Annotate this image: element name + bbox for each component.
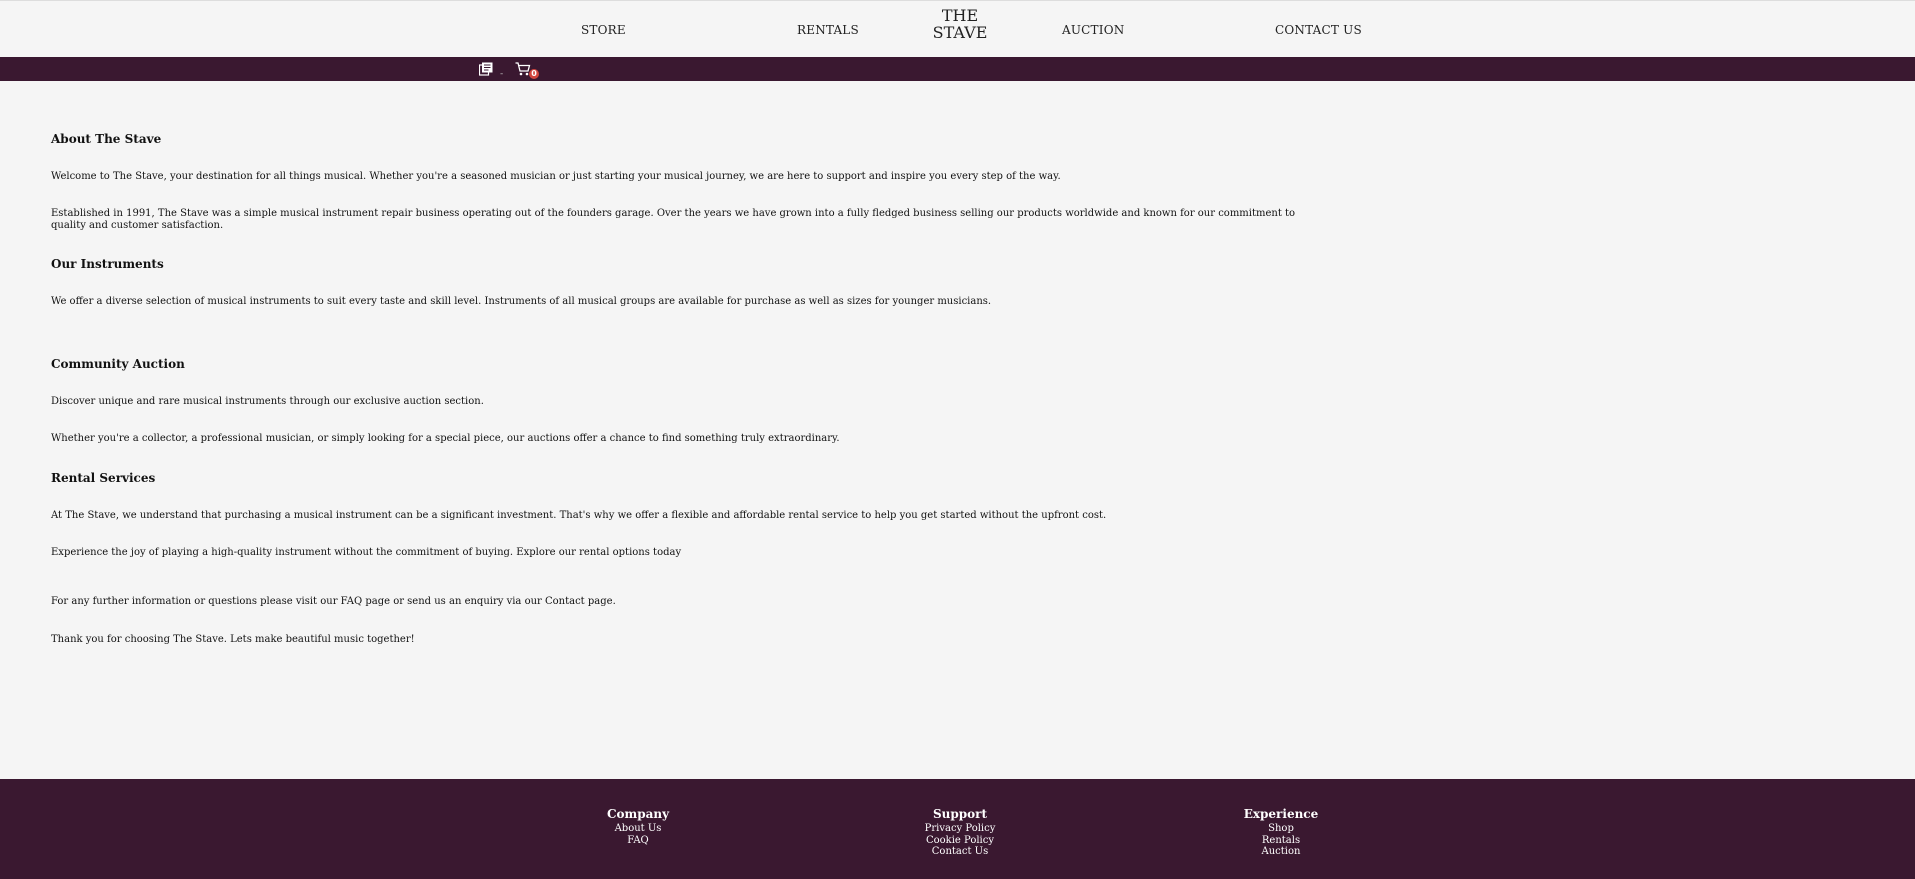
logo-line-1: THE <box>941 6 979 25</box>
instruments-paragraph-1: We offer a diverse selection of musical … <box>51 296 992 307</box>
site-logo[interactable]: THE STAVE <box>930 7 990 41</box>
auction-paragraph-2: Whether you're a collector, a profession… <box>51 433 840 444</box>
auction-paragraph-1: Discover unique and rare musical instrum… <box>51 396 484 407</box>
footer-link-about-us[interactable]: About Us <box>568 823 708 835</box>
footer-link-contact-us[interactable]: Contact Us <box>890 846 1030 858</box>
footer-link-cookie-policy[interactable]: Cookie Policy <box>890 835 1030 847</box>
library-suffix: - <box>500 69 504 79</box>
footer-experience-column: Experience Shop Rentals Auction <box>1211 807 1351 858</box>
footer-experience-title: Experience <box>1243 807 1319 821</box>
nav-rentals-link[interactable]: RENTALS <box>797 23 859 37</box>
nav-store-link[interactable]: STORE <box>581 23 626 37</box>
closing-paragraph-1: For any further information or questions… <box>51 596 616 607</box>
about-heading: About The Stave <box>51 132 162 146</box>
top-navigation: STORE RENTALS THE STAVE AUCTION CONTACT … <box>0 0 1915 58</box>
footer-support-title: Support <box>932 807 988 821</box>
footer-link-faq[interactable]: FAQ <box>568 835 708 847</box>
footer-support-column: Support Privacy Policy Cookie Policy Con… <box>890 807 1030 858</box>
footer-link-rentals[interactable]: Rentals <box>1211 835 1351 847</box>
auction-heading: Community Auction <box>51 357 185 371</box>
rental-heading: Rental Services <box>51 471 156 485</box>
closing-paragraph-2: Thank you for choosing The Stave. Lets m… <box>51 634 415 645</box>
account-toolbar: - 0 <box>0 57 1915 81</box>
about-paragraph-2: Established in 1991, The Stave was a sim… <box>51 208 1296 231</box>
about-paragraph-1: Welcome to The Stave, your destination f… <box>51 171 1061 182</box>
site-footer: Company About Us FAQ Support Privacy Pol… <box>0 779 1915 879</box>
footer-company-column: Company About Us FAQ <box>568 807 708 846</box>
rental-paragraph-1: At The Stave, we understand that purchas… <box>51 510 1107 521</box>
rental-paragraph-2: Experience the joy of playing a high-qua… <box>51 547 682 558</box>
cart-count-badge: 0 <box>529 69 539 79</box>
nav-contact-link[interactable]: CONTACT US <box>1275 23 1362 37</box>
footer-link-privacy-policy[interactable]: Privacy Policy <box>890 823 1030 835</box>
logo-line-2: STAVE <box>932 23 988 42</box>
footer-link-auction[interactable]: Auction <box>1211 846 1351 858</box>
nav-auction-link[interactable]: AUCTION <box>1062 23 1124 37</box>
footer-link-shop[interactable]: Shop <box>1211 823 1351 835</box>
instruments-heading: Our Instruments <box>51 257 164 271</box>
library-books-icon[interactable] <box>478 61 493 76</box>
footer-company-title: Company <box>606 807 670 821</box>
